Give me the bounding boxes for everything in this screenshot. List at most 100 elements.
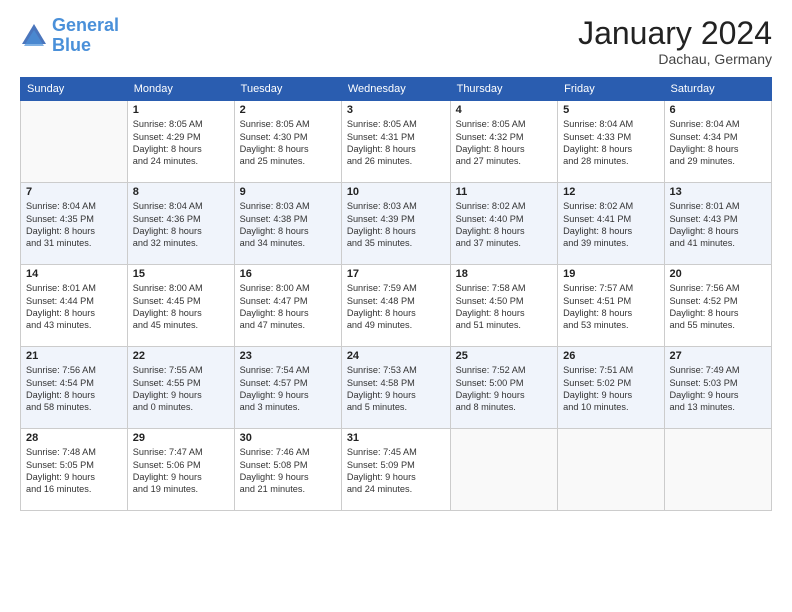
day-info: Sunrise: 8:00 AMSunset: 4:45 PMDaylight:… — [133, 282, 229, 332]
day-number: 5 — [563, 104, 658, 116]
calendar-day-empty — [558, 429, 664, 511]
calendar-day-29: 29Sunrise: 7:47 AMSunset: 5:06 PMDayligh… — [127, 429, 234, 511]
location: Dachau, Germany — [578, 51, 772, 67]
day-number: 15 — [133, 268, 229, 280]
calendar-day-7: 7Sunrise: 8:04 AMSunset: 4:35 PMDaylight… — [21, 183, 128, 265]
calendar-day-20: 20 Sunrise: 7:56 AMSunset: 4:52 PMDayligh… — [664, 265, 771, 347]
day-number: 28 — [26, 432, 122, 444]
day-number: 30 — [240, 432, 336, 444]
day-info: Sunrise: 7:53 AMSunset: 4:58 PMDaylight:… — [347, 364, 445, 414]
day-info: Sunrise: 7:46 AMSunset: 5:08 PMDaylight:… — [240, 446, 336, 496]
day-info: Sunrise: 7:49 AMSunset: 5:03 PMDaylight:… — [670, 364, 766, 414]
calendar-day-14: 14 Sunrise: 8:01 AMSunset: 4:44 PMDayligh… — [21, 265, 128, 347]
calendar-day-16: 16Sunrise: 8:00 AMSunset: 4:47 PMDayligh… — [234, 265, 341, 347]
day-number: 14 — [26, 268, 122, 280]
calendar-day-26: 26 Sunrise: 7:51 AMSunset: 5:02 PMDayligh… — [558, 347, 664, 429]
calendar-day-23: 23 Sunrise: 7:54 AMSunset: 4:57 PMDayligh… — [234, 347, 341, 429]
day-number: 6 — [670, 104, 766, 116]
day-number: 26 — [563, 350, 658, 362]
day-number: 25 — [456, 350, 553, 362]
day-info: Sunrise: 8:01 AMSunset: 4:44 PMDaylight:… — [26, 282, 122, 332]
calendar-day-28: 28 Sunrise: 7:48 AMSunset: 5:05 PMDayligh… — [21, 429, 128, 511]
day-number: 8 — [133, 186, 229, 198]
day-info: Sunrise: 7:51 AMSunset: 5:02 PMDaylight:… — [563, 364, 658, 414]
calendar-day-27: 27 Sunrise: 7:49 AMSunset: 5:03 PMDayligh… — [664, 347, 771, 429]
logo-icon — [20, 22, 48, 50]
day-info: Sunrise: 7:57 AMSunset: 4:51 PMDaylight:… — [563, 282, 658, 332]
day-number: 1 — [133, 104, 229, 116]
day-header-friday: Friday — [558, 78, 664, 101]
day-info: Sunrise: 7:48 AMSunset: 5:05 PMDaylight:… — [26, 446, 122, 496]
calendar-day-21: 21Sunrise: 7:56 AMSunset: 4:54 PMDayligh… — [21, 347, 128, 429]
month-title: January 2024 — [578, 16, 772, 51]
calendar-day-1: 1 Sunrise: 8:05 AMSunset: 4:29 PMDaylight… — [127, 101, 234, 183]
calendar-day-10: 10Sunrise: 8:03 AMSunset: 4:39 PMDayligh… — [341, 183, 450, 265]
day-number: 29 — [133, 432, 229, 444]
day-info: Sunrise: 7:45 AMSunset: 5:09 PMDaylight:… — [347, 446, 445, 496]
day-number: 11 — [456, 186, 553, 198]
calendar-day-11: 11 Sunrise: 8:02 AMSunset: 4:40 PMDayligh… — [450, 183, 558, 265]
day-number: 12 — [563, 186, 658, 198]
calendar-header-row: SundayMondayTuesdayWednesdayThursdayFrid… — [21, 78, 772, 101]
day-number: 7 — [26, 186, 122, 198]
day-info: Sunrise: 8:04 AMSunset: 4:34 PMDaylight:… — [670, 118, 766, 168]
calendar-day-19: 19 Sunrise: 7:57 AMSunset: 4:51 PMDayligh… — [558, 265, 664, 347]
calendar-day-3: 3 Sunrise: 8:05 AMSunset: 4:31 PMDaylight… — [341, 101, 450, 183]
calendar-week-row: 7Sunrise: 8:04 AMSunset: 4:35 PMDaylight… — [21, 183, 772, 265]
page: General Blue January 2024 Dachau, German… — [0, 0, 792, 612]
calendar-day-22: 22Sunrise: 7:55 AMSunset: 4:55 PMDayligh… — [127, 347, 234, 429]
calendar-day-31: 31 Sunrise: 7:45 AMSunset: 5:09 PMDayligh… — [341, 429, 450, 511]
day-header-monday: Monday — [127, 78, 234, 101]
day-info: Sunrise: 7:56 AMSunset: 4:54 PMDaylight:… — [26, 364, 122, 414]
calendar-week-row: 1 Sunrise: 8:05 AMSunset: 4:29 PMDaylight… — [21, 101, 772, 183]
day-info: Sunrise: 8:02 AMSunset: 4:41 PMDaylight:… — [563, 200, 658, 250]
day-number: 17 — [347, 268, 445, 280]
calendar-day-30: 30 Sunrise: 7:46 AMSunset: 5:08 PMDayligh… — [234, 429, 341, 511]
logo-text: General Blue — [52, 16, 119, 56]
day-number: 20 — [670, 268, 766, 280]
calendar-week-row: 14 Sunrise: 8:01 AMSunset: 4:44 PMDayligh… — [21, 265, 772, 347]
calendar-day-24: 24 Sunrise: 7:53 AMSunset: 4:58 PMDayligh… — [341, 347, 450, 429]
day-info: Sunrise: 7:58 AMSunset: 4:50 PMDaylight:… — [456, 282, 553, 332]
day-number: 13 — [670, 186, 766, 198]
day-header-thursday: Thursday — [450, 78, 558, 101]
header: General Blue January 2024 Dachau, German… — [20, 16, 772, 67]
calendar-day-empty — [450, 429, 558, 511]
day-number: 19 — [563, 268, 658, 280]
day-header-tuesday: Tuesday — [234, 78, 341, 101]
day-info: Sunrise: 7:52 AMSunset: 5:00 PMDaylight:… — [456, 364, 553, 414]
calendar-day-2: 2Sunrise: 8:05 AMSunset: 4:30 PMDaylight… — [234, 101, 341, 183]
calendar-day-empty — [21, 101, 128, 183]
day-number: 2 — [240, 104, 336, 116]
day-info: Sunrise: 8:05 AMSunset: 4:29 PMDaylight:… — [133, 118, 229, 168]
calendar-day-18: 18 Sunrise: 7:58 AMSunset: 4:50 PMDayligh… — [450, 265, 558, 347]
day-info: Sunrise: 8:05 AMSunset: 4:32 PMDaylight:… — [456, 118, 553, 168]
day-number: 27 — [670, 350, 766, 362]
day-number: 24 — [347, 350, 445, 362]
day-info: Sunrise: 7:54 AMSunset: 4:57 PMDaylight:… — [240, 364, 336, 414]
day-number: 31 — [347, 432, 445, 444]
day-number: 23 — [240, 350, 336, 362]
day-info: Sunrise: 8:03 AMSunset: 4:39 PMDaylight:… — [347, 200, 445, 250]
logo: General Blue — [20, 16, 119, 56]
day-header-sunday: Sunday — [21, 78, 128, 101]
day-info: Sunrise: 8:04 AMSunset: 4:33 PMDaylight:… — [563, 118, 658, 168]
day-info: Sunrise: 7:56 AMSunset: 4:52 PMDaylight:… — [670, 282, 766, 332]
day-number: 9 — [240, 186, 336, 198]
day-number: 18 — [456, 268, 553, 280]
calendar-day-empty — [664, 429, 771, 511]
calendar-week-row: 21Sunrise: 7:56 AMSunset: 4:54 PMDayligh… — [21, 347, 772, 429]
day-info: Sunrise: 7:59 AMSunset: 4:48 PMDaylight:… — [347, 282, 445, 332]
day-info: Sunrise: 8:01 AMSunset: 4:43 PMDaylight:… — [670, 200, 766, 250]
day-info: Sunrise: 8:02 AMSunset: 4:40 PMDaylight:… — [456, 200, 553, 250]
day-info: Sunrise: 8:05 AMSunset: 4:31 PMDaylight:… — [347, 118, 445, 168]
calendar-day-17: 17 Sunrise: 7:59 AMSunset: 4:48 PMDayligh… — [341, 265, 450, 347]
title-block: January 2024 Dachau, Germany — [578, 16, 772, 67]
calendar-day-8: 8Sunrise: 8:04 AMSunset: 4:36 PMDaylight… — [127, 183, 234, 265]
calendar-day-4: 4Sunrise: 8:05 AMSunset: 4:32 PMDaylight… — [450, 101, 558, 183]
day-info: Sunrise: 7:55 AMSunset: 4:55 PMDaylight:… — [133, 364, 229, 414]
day-number: 16 — [240, 268, 336, 280]
day-number: 3 — [347, 104, 445, 116]
calendar-day-5: 5 Sunrise: 8:04 AMSunset: 4:33 PMDaylight… — [558, 101, 664, 183]
calendar-day-6: 6 Sunrise: 8:04 AMSunset: 4:34 PMDaylight… — [664, 101, 771, 183]
